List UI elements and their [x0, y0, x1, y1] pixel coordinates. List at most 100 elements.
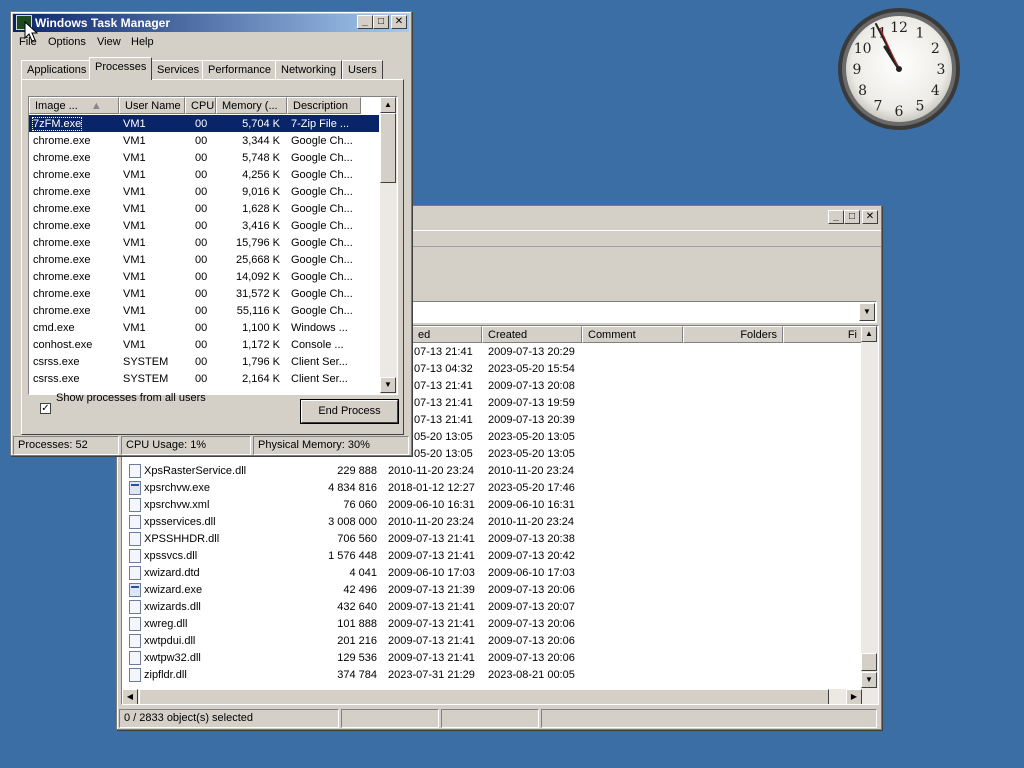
scroll-thumb[interactable] [380, 113, 396, 183]
process-row[interactable]: chrome.exe VM1 00 55,116 K Google Ch... [29, 302, 379, 319]
file-name: xpsrchvw.exe [144, 482, 211, 494]
tab-services[interactable]: Services [151, 60, 206, 80]
menu-help[interactable]: Help [131, 36, 154, 48]
end-process-button[interactable]: End Process [301, 400, 398, 423]
tab-applications[interactable]: Applications [21, 60, 93, 80]
file-modified: 07-13 21:41 [414, 414, 473, 426]
process-row[interactable]: chrome.exe VM1 00 1,628 K Google Ch... [29, 200, 379, 217]
process-row[interactable]: csrss.exe SYSTEM 00 1,796 K Client Ser... [29, 353, 379, 370]
file-manager-statusbar: 0 / 2833 object(s) selected [119, 709, 879, 728]
column-header-folders[interactable]: Folders [683, 326, 783, 343]
file-name: xpsrchvw.xml [144, 499, 210, 511]
process-row[interactable]: chrome.exe VM1 00 31,572 K Google Ch... [29, 285, 379, 302]
scroll-up-button[interactable]: ▲ [380, 97, 396, 113]
file-row[interactable]: xpsrchvw.exe 4 834 816 2018-01-12 12:27 202… [122, 480, 862, 497]
tab-processes[interactable]: Processes [89, 57, 153, 80]
clock-numeral: 10 [854, 41, 872, 57]
process-row[interactable]: chrome.exe VM1 00 3,416 K Google Ch... [29, 217, 379, 234]
file-created: 2023-05-20 13:05 [488, 431, 575, 443]
scroll-down-button[interactable]: ▼ [861, 672, 877, 688]
column-header-comment[interactable]: Comment [582, 326, 683, 343]
file-row[interactable]: xwtpdui.dll 201 216 2009-07-13 21:41 2009-0… [122, 633, 862, 650]
task-manager-titlebar[interactable]: Windows Task Manager [13, 14, 409, 32]
process-row[interactable]: chrome.exe VM1 00 3,344 K Google Ch... [29, 132, 379, 149]
tab-performance[interactable]: Performance [202, 60, 277, 80]
process-description: Google Ch... [291, 220, 353, 232]
file-row[interactable]: XpsRasterService.dll 229 888 2010-11-20 23… [122, 463, 862, 480]
close-button[interactable]: ✕ [391, 15, 407, 29]
process-memory: 1,100 K [242, 322, 280, 334]
clock-numeral: 2 [931, 41, 940, 57]
process-row[interactable]: chrome.exe VM1 00 4,256 K Google Ch... [29, 166, 379, 183]
process-cpu: 00 [195, 322, 208, 334]
process-row[interactable]: chrome.exe VM1 00 5,748 K Google Ch... [29, 149, 379, 166]
document-file-icon [129, 566, 141, 580]
scroll-left-button[interactable]: ◀ [122, 689, 138, 704]
file-row[interactable]: xpsrchvw.xml 76 060 2009-06-10 16:31 2009-0… [122, 497, 862, 514]
file-row[interactable]: xpsservices.dll 3 008 000 2010-11-20 23:24… [122, 514, 862, 531]
process-row[interactable]: conhost.exe VM1 00 1,172 K Console ... [29, 336, 379, 353]
column-header-created[interactable]: Created [482, 326, 582, 343]
document-file-icon [129, 549, 141, 563]
scroll-up-button[interactable]: ▲ [861, 326, 877, 342]
document-file-icon [129, 498, 141, 512]
file-row[interactable]: zipfldr.dll 374 784 2023-07-31 21:29 2023-0… [122, 667, 862, 684]
file-modified: 2009-07-13 21:41 [388, 601, 475, 613]
tab-users[interactable]: Users [342, 60, 383, 80]
clock-numeral: 4 [931, 83, 940, 99]
process-image-name: chrome.exe [33, 135, 91, 147]
scroll-right-button[interactable]: ▶ [846, 689, 862, 704]
process-row[interactable]: csrss.exe SYSTEM 00 2,164 K Client Ser... [29, 370, 379, 387]
show-all-users-checkbox[interactable]: ✓ [40, 403, 51, 414]
process-list-vertical-scrollbar[interactable]: ▲ ▼ [380, 97, 397, 394]
address-bar[interactable]: ▼ [407, 301, 877, 323]
file-list-horizontal-scrollbar[interactable]: ◀ ▶ [122, 689, 878, 704]
file-size: 129 536 [337, 652, 377, 664]
file-row[interactable]: xwizard.dtd 4 041 2009-06-10 17:03 2009-06-… [122, 565, 862, 582]
scroll-thumb[interactable] [861, 653, 877, 671]
process-image-name: chrome.exe [33, 254, 91, 266]
process-row[interactable]: chrome.exe VM1 00 15,796 K Google Ch... [29, 234, 379, 251]
column-header-memory[interactable]: Memory (... [216, 97, 287, 114]
scroll-down-button[interactable]: ▼ [380, 377, 396, 393]
process-row[interactable]: 7zFM.exe VM1 00 5,704 K 7-Zip File ... [29, 115, 379, 132]
column-header-cpu[interactable]: CPU [185, 97, 216, 114]
column-header-description[interactable]: Description [287, 97, 361, 114]
file-row[interactable]: XPSSHHDR.dll 706 560 2009-07-13 21:41 2009-… [122, 531, 862, 548]
column-header-files[interactable]: Fi [783, 326, 863, 343]
minimize-button[interactable]: _ [828, 210, 844, 224]
address-dropdown-button[interactable]: ▼ [859, 303, 875, 321]
column-header-user-name[interactable]: User Name [119, 97, 185, 114]
clock-numeral: 9 [853, 62, 862, 78]
process-row[interactable]: cmd.exe VM1 00 1,100 K Windows ... [29, 319, 379, 336]
file-row[interactable]: xwizards.dll 432 640 2009-07-13 21:41 2009-… [122, 599, 862, 616]
process-row[interactable]: chrome.exe VM1 00 14,092 K Google Ch... [29, 268, 379, 285]
file-modified: 2009-07-13 21:41 [388, 652, 475, 664]
process-row[interactable]: chrome.exe VM1 00 9,016 K Google Ch... [29, 183, 379, 200]
process-image-name: chrome.exe [33, 186, 91, 198]
file-list-vertical-scrollbar[interactable]: ▲ ▼ [861, 326, 878, 689]
file-row[interactable]: xpssvcs.dll 1 576 448 2009-07-13 21:41 2009… [122, 548, 862, 565]
maximize-button[interactable]: □ [844, 210, 860, 224]
file-created: 2023-05-20 13:05 [488, 448, 575, 460]
column-header-image-name[interactable]: Image ... ▲ [29, 97, 119, 114]
process-image-name: chrome.exe [33, 288, 91, 300]
file-row[interactable]: xwtpw32.dll 129 536 2009-07-13 21:41 2009-0… [122, 650, 862, 667]
close-button[interactable]: ✕ [862, 210, 878, 224]
file-row[interactable]: xwreg.dll 101 888 2009-07-13 21:41 2009-07-… [122, 616, 862, 633]
menu-view[interactable]: View [97, 36, 121, 48]
process-list[interactable]: Image ... ▲ User Name CPU Memory (... De… [28, 96, 398, 395]
process-cpu: 00 [195, 169, 208, 181]
horizontal-scroll-thumb[interactable] [139, 689, 829, 704]
file-name: xpssvcs.dll [144, 550, 198, 562]
minimize-button[interactable]: _ [357, 15, 373, 29]
menu-options[interactable]: Options [48, 36, 86, 48]
maximize-button[interactable]: □ [373, 15, 389, 29]
show-all-users-label[interactable]: Show processes from all users [56, 392, 206, 404]
tab-networking[interactable]: Networking [275, 60, 343, 80]
file-name: xwtpdui.dll [144, 635, 196, 647]
column-header-modified[interactable]: ed [412, 326, 482, 343]
process-cpu: 00 [195, 203, 208, 215]
file-row[interactable]: xwizard.exe 42 496 2009-07-13 21:39 2009-07… [122, 582, 862, 599]
process-row[interactable]: chrome.exe VM1 00 25,668 K Google Ch... [29, 251, 379, 268]
